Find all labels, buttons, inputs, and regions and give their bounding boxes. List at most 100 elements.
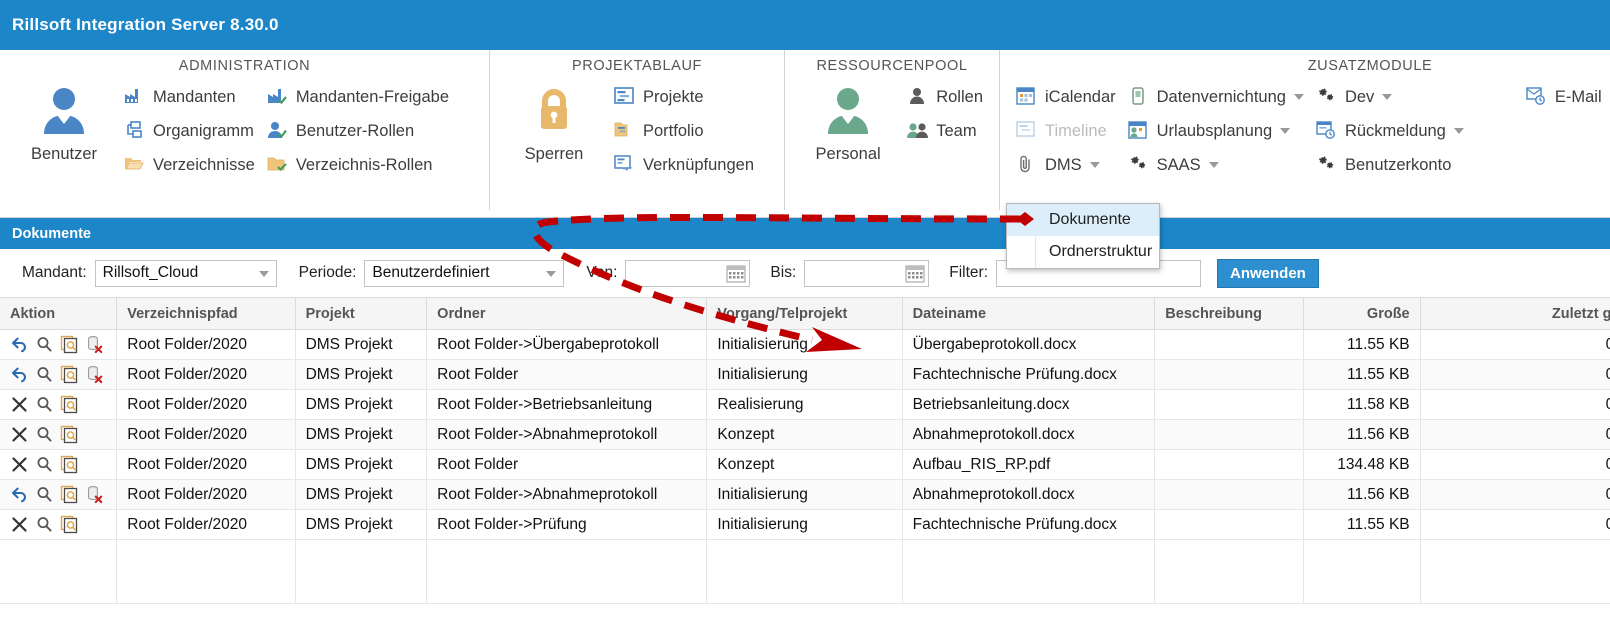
cell-beschreibung	[1155, 450, 1304, 480]
ribbon-item-portfolio[interactable]: Portfolio	[608, 114, 760, 148]
column-header-aktion[interactable]: Aktion	[0, 298, 117, 330]
column-header-ordner[interactable]: Ordner	[427, 298, 707, 330]
column-header-dateiname[interactable]: Dateiname	[902, 298, 1155, 330]
chevron-down-icon[interactable]	[1382, 94, 1392, 100]
ribbon-item-mandanten-freigabe[interactable]: Mandanten-Freigabe	[261, 80, 455, 114]
table-row[interactable]: Root Folder/2020DMS ProjektRoot Folder->…	[0, 390, 1610, 420]
delete-icon[interactable]	[85, 335, 104, 354]
preview-icon[interactable]	[60, 395, 79, 414]
ribbon-item-verzeichnisse[interactable]: Verzeichnisse	[118, 148, 261, 182]
dms-dropdown-menu[interactable]: Dokumente Ordnerstruktur	[1006, 203, 1160, 269]
von-date-input[interactable]	[625, 260, 750, 287]
table-row[interactable]: Root Folder/2020DMS ProjektRoot Folder->…	[0, 510, 1610, 540]
calendar-icon[interactable]	[726, 264, 746, 284]
app-title: Rillsoft Integration Server 8.30.0	[12, 15, 279, 35]
ribbon-item-benutzer-rollen[interactable]: Benutzer-Rollen	[261, 114, 455, 148]
ribbon-item-email[interactable]: E-Mail	[1520, 80, 1608, 114]
table-row[interactable]: Root Folder/2020DMS ProjektRoot FolderIn…	[0, 360, 1610, 390]
ribbon-item-rueckmeldung[interactable]: Rückmeldung	[1310, 114, 1470, 148]
chevron-down-icon[interactable]	[1454, 128, 1464, 134]
magnifier-icon[interactable]	[35, 485, 54, 504]
preview-icon[interactable]	[60, 455, 79, 474]
ribbon-item-team[interactable]: Team	[901, 114, 989, 148]
ribbon-item-label: Rückmeldung	[1345, 122, 1446, 141]
ribbon-item-saas[interactable]: SAAS	[1122, 148, 1310, 182]
undo-icon[interactable]	[10, 485, 29, 504]
table-row[interactable]: Root Folder/2020DMS ProjektRoot FolderKo…	[0, 450, 1610, 480]
chevron-down-icon[interactable]	[259, 271, 269, 277]
documents-table-container: Aktion Verzeichnispfad Projekt Ordner Vo…	[0, 297, 1610, 613]
mandant-select[interactable]: Rillsoft_Cloud	[95, 260, 277, 287]
cell-groesse: 11.55 KB	[1303, 510, 1420, 540]
close-icon[interactable]	[10, 395, 29, 414]
column-header-verzeichnispfad[interactable]: Verzeichnispfad	[117, 298, 295, 330]
chevron-down-icon[interactable]	[1090, 162, 1100, 168]
ribbon-item-icalendar[interactable]: iCalendar	[1010, 80, 1122, 114]
table-header-row: Aktion Verzeichnispfad Projekt Ordner Vo…	[0, 298, 1610, 330]
magnifier-icon[interactable]	[35, 335, 54, 354]
ribbon-item-verzeichnis-rollen[interactable]: Verzeichnis-Rollen	[261, 148, 455, 182]
ribbon-item-timeline[interactable]: Timeline	[1010, 114, 1122, 148]
ribbon-item-urlaubsplanung[interactable]: Urlaubsplanung	[1122, 114, 1310, 148]
ribbon-item-benutzerkonto[interactable]: Benutzerkonto	[1310, 148, 1470, 182]
preview-icon[interactable]	[60, 335, 79, 354]
table-row[interactable]: Root Folder/2020DMS ProjektRoot Folder->…	[0, 330, 1610, 360]
magnifier-icon[interactable]	[35, 425, 54, 444]
calendar-icon[interactable]	[905, 264, 925, 284]
column-header-projekt[interactable]: Projekt	[295, 298, 427, 330]
ribbon-column: Rollen Team	[901, 80, 989, 148]
vacation-icon	[1128, 121, 1150, 141]
ribbon-big-button-personal[interactable]: Personal	[795, 80, 901, 164]
ribbon-item-dms[interactable]: DMS	[1010, 148, 1122, 182]
ribbon-item-rollen[interactable]: Rollen	[901, 80, 989, 114]
magnifier-icon[interactable]	[35, 515, 54, 534]
table-row[interactable]: Root Folder/2020DMS ProjektRoot Folder->…	[0, 480, 1610, 510]
ribbon-item-verknuepfungen[interactable]: Verknüpfungen	[608, 148, 760, 182]
close-icon[interactable]	[10, 455, 29, 474]
chevron-down-icon[interactable]	[1280, 128, 1290, 134]
ribbon-item-dev[interactable]: Dev	[1310, 80, 1470, 114]
undo-icon[interactable]	[10, 335, 29, 354]
ribbon-big-button-benutzer[interactable]: Benutzer	[10, 80, 118, 164]
column-header-vorgang[interactable]: Vorgang/Telprojekt	[707, 298, 902, 330]
preview-icon[interactable]	[60, 485, 79, 504]
cell-vorgang: Konzept	[707, 450, 902, 480]
periode-select[interactable]: Benutzerdefiniert	[364, 260, 564, 287]
table-row[interactable]: Root Folder/2020DMS ProjektRoot Folder->…	[0, 420, 1610, 450]
column-header-beschreibung[interactable]: Beschreibung	[1155, 298, 1304, 330]
preview-icon[interactable]	[60, 515, 79, 534]
undo-icon[interactable]	[10, 365, 29, 384]
cell-groesse: 11.55 KB	[1303, 330, 1420, 360]
cell-ordner: Root Folder	[427, 450, 707, 480]
menu-item-dokumente[interactable]: Dokumente	[1007, 204, 1159, 236]
email-clock-icon	[1526, 87, 1548, 107]
close-icon[interactable]	[10, 425, 29, 444]
ribbon-item-mandanten[interactable]: Mandanten	[118, 80, 261, 114]
apply-button[interactable]: Anwenden	[1217, 259, 1319, 288]
preview-icon[interactable]	[60, 365, 79, 384]
delete-icon[interactable]	[85, 485, 104, 504]
ribbon-item-label: Urlaubsplanung	[1157, 122, 1273, 141]
chevron-down-icon[interactable]	[1209, 162, 1219, 168]
ribbon-item-organigramm[interactable]: Organigramm	[118, 114, 261, 148]
ribbon-item-datenvernichtung[interactable]: Datenvernichtung	[1122, 80, 1310, 114]
menu-item-ordnerstruktur[interactable]: Ordnerstruktur	[1007, 236, 1159, 268]
preview-icon[interactable]	[60, 425, 79, 444]
column-header-groesse[interactable]: Große	[1303, 298, 1420, 330]
bis-date-input[interactable]	[804, 260, 929, 287]
column-header-zuletzt-gespeichert[interactable]: Zuletzt gespeichert am	[1420, 298, 1610, 330]
cell-ordner: Root Folder->Abnahmeprotokoll	[427, 420, 707, 450]
ribbon-big-button-sperren[interactable]: Sperren	[500, 80, 608, 164]
magnifier-icon[interactable]	[35, 365, 54, 384]
magnifier-icon[interactable]	[35, 455, 54, 474]
periode-value: Benutzerdefiniert	[372, 264, 489, 282]
team-icon	[907, 121, 929, 141]
close-icon[interactable]	[10, 515, 29, 534]
magnifier-icon[interactable]	[35, 395, 54, 414]
ribbon-item-label: Dev	[1345, 88, 1374, 107]
ribbon-item-projekte[interactable]: Projekte	[608, 80, 760, 114]
chevron-down-icon[interactable]	[1294, 94, 1304, 100]
gear-icon	[1316, 155, 1338, 175]
delete-icon[interactable]	[85, 365, 104, 384]
chevron-down-icon[interactable]	[546, 271, 556, 277]
